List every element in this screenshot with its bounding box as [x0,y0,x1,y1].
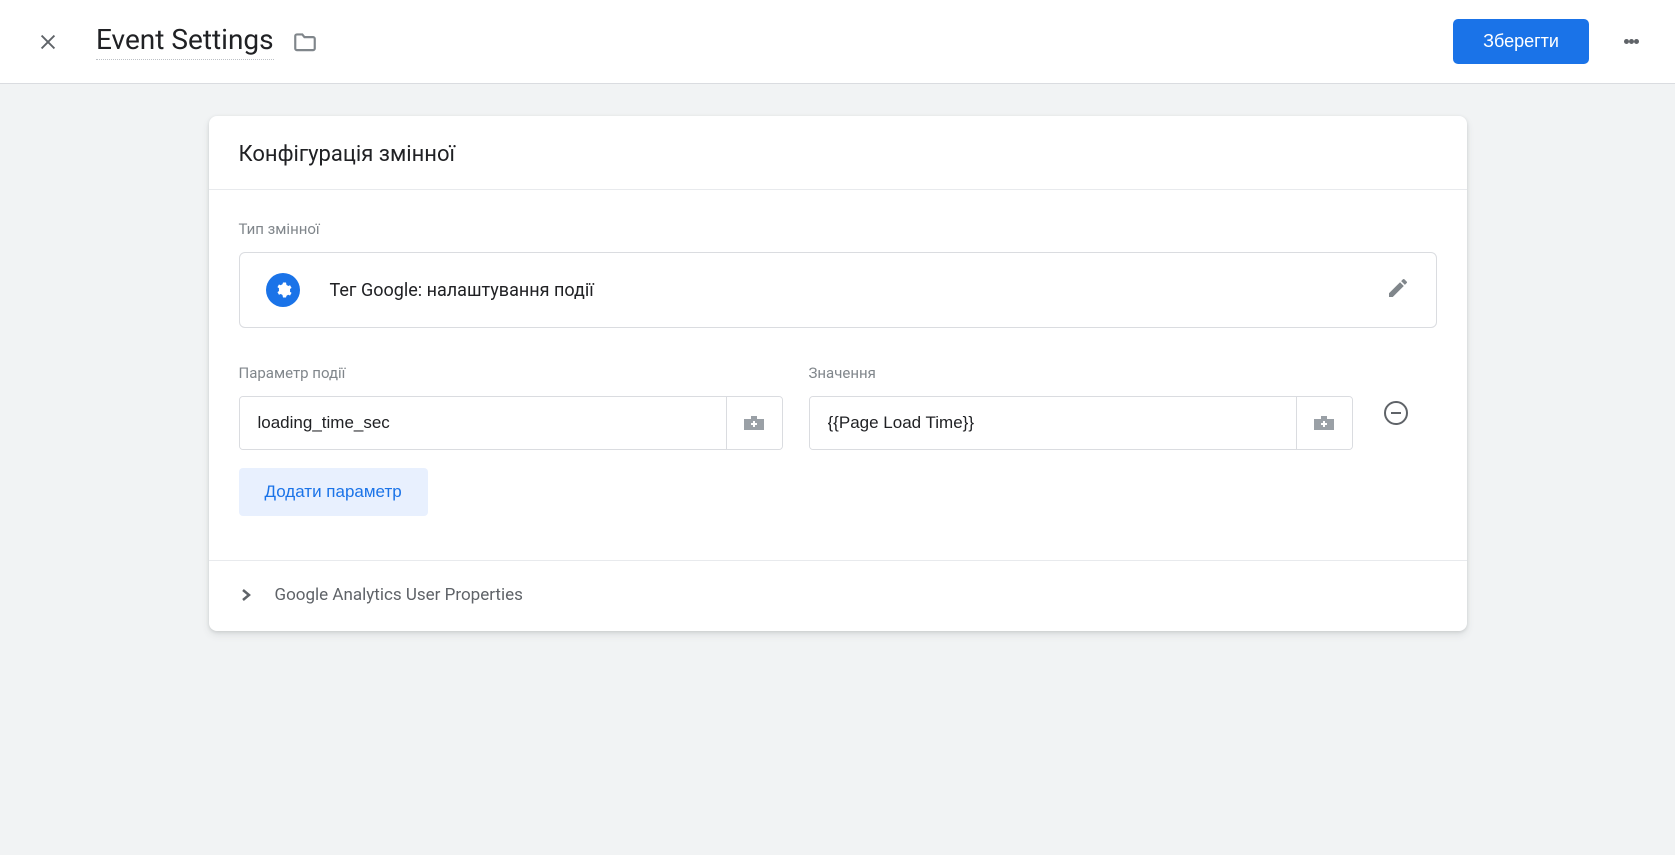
value-column-label: Значення [809,364,1353,382]
param-column-label: Параметр події [239,364,783,382]
param-value-input[interactable] [810,397,1296,449]
page-header: Event Settings Зберегти [0,0,1675,84]
variable-picker-button[interactable] [726,397,782,449]
param-name-input-group [239,396,783,450]
parameter-row: Параметр події Значення [239,364,1437,450]
title-wrap: Event Settings [96,23,1453,60]
remove-row-button[interactable] [1379,396,1413,430]
chevron-right-icon [239,588,253,602]
variable-type-label: Тип змінної [239,220,1437,238]
user-properties-section[interactable]: Google Analytics User Properties [209,561,1467,631]
variable-name-input[interactable]: Event Settings [96,23,274,60]
variable-type-selector[interactable]: Тег Google: налаштування події [239,252,1437,328]
save-button[interactable]: Зберегти [1453,19,1589,64]
config-card: Конфігурація змінної Тип змінної Тег Goo… [209,116,1467,631]
variable-type-name: Тег Google: налаштування події [330,280,1386,301]
param-value-input-group [809,396,1353,450]
card-title: Конфігурація змінної [209,116,1467,190]
add-parameter-button[interactable]: Додати параметр [239,468,428,516]
overflow-menu-button[interactable] [1617,28,1645,56]
folder-icon[interactable] [292,29,318,55]
param-name-input[interactable] [240,397,726,449]
variable-picker-button[interactable] [1296,397,1352,449]
pencil-icon[interactable] [1386,276,1410,304]
user-properties-label: Google Analytics User Properties [275,585,523,605]
close-button[interactable] [36,30,60,54]
gear-icon [266,273,300,307]
